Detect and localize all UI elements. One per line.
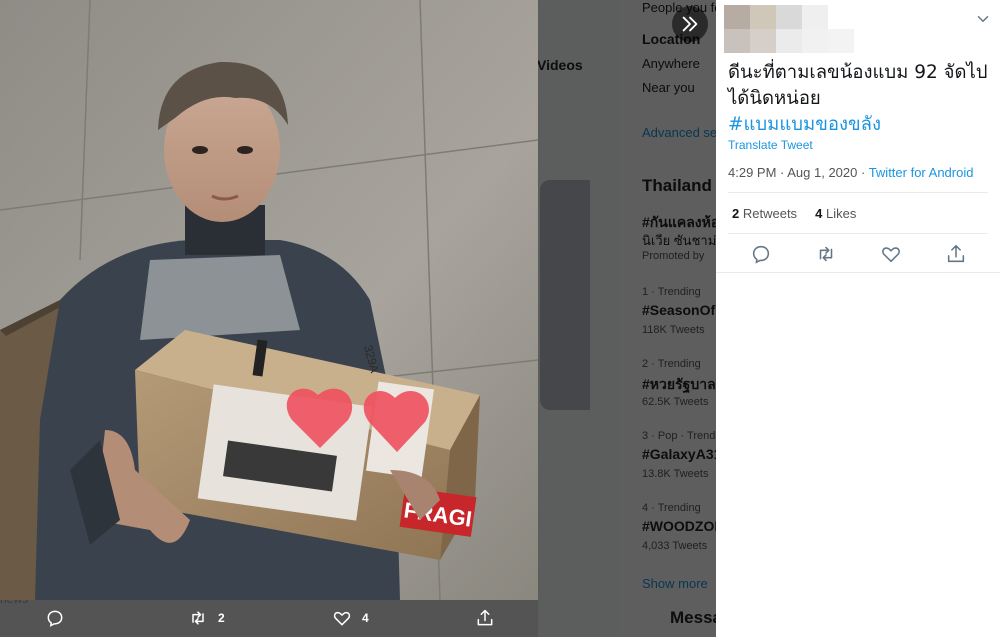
double-chevron-right-icon — [682, 16, 698, 32]
avatar-blur-cell — [776, 29, 802, 53]
reply-button[interactable] — [750, 243, 772, 265]
avatar-blur-cell — [750, 29, 776, 53]
chevron-down-icon[interactable] — [974, 10, 992, 28]
reply-icon — [752, 245, 770, 264]
tweet-text-line-1: ดีนะที่ตามเลขน้องแบม 92 จัดไป — [728, 62, 988, 83]
share-icon — [947, 244, 965, 263]
media-retweet-count: 2 — [218, 611, 225, 625]
tweet-meta: 4:29 PM · Aug 1, 2020 · Twitter for Andr… — [728, 165, 973, 180]
avatar-blur-cell — [802, 5, 828, 29]
like-button[interactable] — [880, 243, 902, 265]
avatar-blur-cell — [750, 5, 776, 29]
media-action-bar: 2 4 — [0, 600, 716, 637]
divider — [716, 272, 1000, 273]
retweets-stat[interactable]: 2 Retweets — [732, 206, 797, 221]
tweet-source-link[interactable]: Twitter for Android — [869, 165, 974, 180]
media-share-button[interactable] — [475, 608, 495, 628]
avatar-blur-cell — [828, 29, 854, 53]
retweet-button[interactable] — [815, 243, 837, 265]
avatar-blur-cell — [802, 29, 828, 53]
likes-stat[interactable]: 4 Likes — [815, 206, 856, 221]
avatar-blur-cell — [724, 5, 750, 29]
tweet-stats: 2 Retweets 4 Likes — [732, 206, 856, 221]
reply-icon — [47, 610, 63, 627]
retweet-icon — [819, 246, 833, 262]
tweet-timestamp[interactable]: 4:29 PM · Aug 1, 2020 · — [728, 165, 869, 180]
share-icon — [477, 609, 493, 626]
avatar-blur-cell — [828, 5, 854, 29]
avatar-blur-cell — [724, 29, 750, 53]
tweet-detail-panel: ดีนะที่ตามเลขน้องแบม 92 จัดไป ได้นิดหน่อ… — [716, 0, 1000, 637]
tweet-text: ดีนะที่ตามเลขน้องแบม 92 จัดไป ได้นิดหน่อ… — [728, 60, 990, 138]
media-like-button[interactable]: 4 — [332, 608, 369, 628]
blurred-author-avatar[interactable] — [724, 5, 854, 53]
share-button[interactable] — [945, 243, 967, 265]
divider — [728, 192, 988, 193]
heart-icon — [882, 247, 900, 263]
divider — [728, 233, 988, 234]
tweet-photo: FRAGI 329A — [0, 0, 538, 600]
avatar-blur-cell — [776, 5, 802, 29]
tweet-text-line-2: ได้นิดหน่อย — [728, 88, 821, 109]
retweet-icon — [192, 611, 204, 625]
media-retweet-button[interactable]: 2 — [188, 608, 225, 628]
collapse-panel-button[interactable] — [672, 6, 708, 42]
tweet-hashtag-link[interactable]: #แบมแบมของขลัง — [728, 112, 990, 138]
media-reply-button[interactable] — [45, 608, 65, 628]
heart-icon — [333, 611, 351, 626]
media-like-count: 4 — [362, 611, 369, 625]
translate-tweet-link[interactable]: Translate Tweet — [728, 138, 813, 152]
